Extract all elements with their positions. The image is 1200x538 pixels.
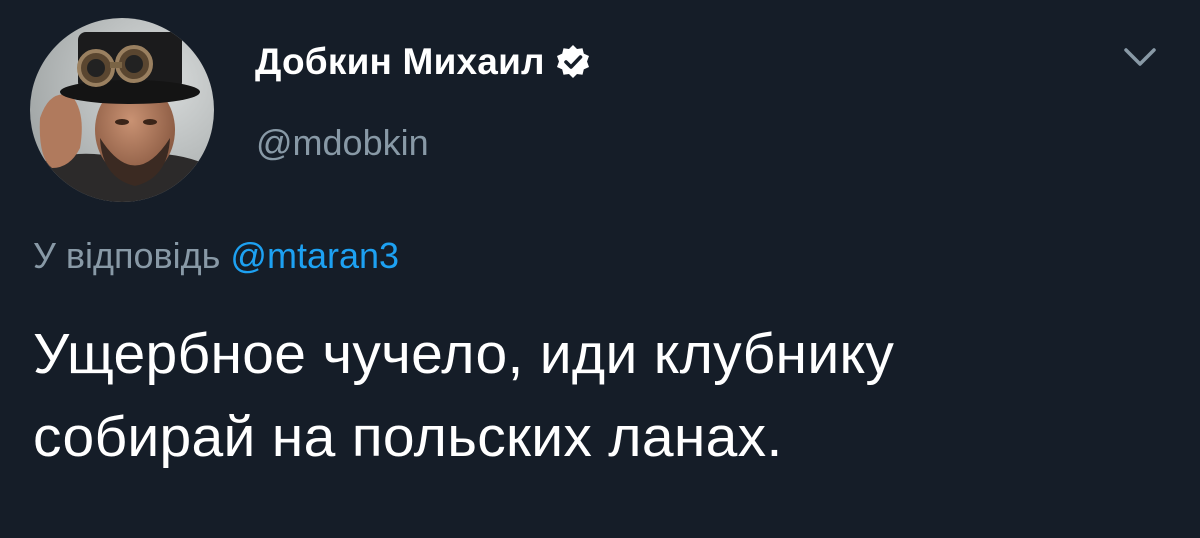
display-name[interactable]: Добкин Михаил	[255, 41, 545, 83]
tweet-text-line: собирай на польских ланах.	[33, 405, 783, 469]
avatar[interactable]	[30, 18, 214, 202]
user-handle[interactable]: @mdobkin	[256, 122, 429, 164]
reply-mention-link[interactable]: @mtaran3	[230, 235, 399, 276]
tweet-card: Добкин Михаил @mdobkin У відповідь @mtar…	[0, 0, 1200, 538]
user-name-row: Добкин Михаил	[255, 36, 591, 88]
verified-badge-icon	[555, 44, 591, 80]
tweet-text-line: Ущербное чучело, иди клубнику	[33, 322, 895, 386]
avatar-image	[30, 18, 214, 202]
tweet-text: Ущербное чучело, иди клубнику собирай на…	[33, 313, 1173, 479]
chevron-down-icon[interactable]	[1116, 40, 1164, 76]
reply-context: У відповідь @mtaran3	[33, 235, 399, 277]
reply-prefix: У відповідь	[33, 235, 231, 276]
